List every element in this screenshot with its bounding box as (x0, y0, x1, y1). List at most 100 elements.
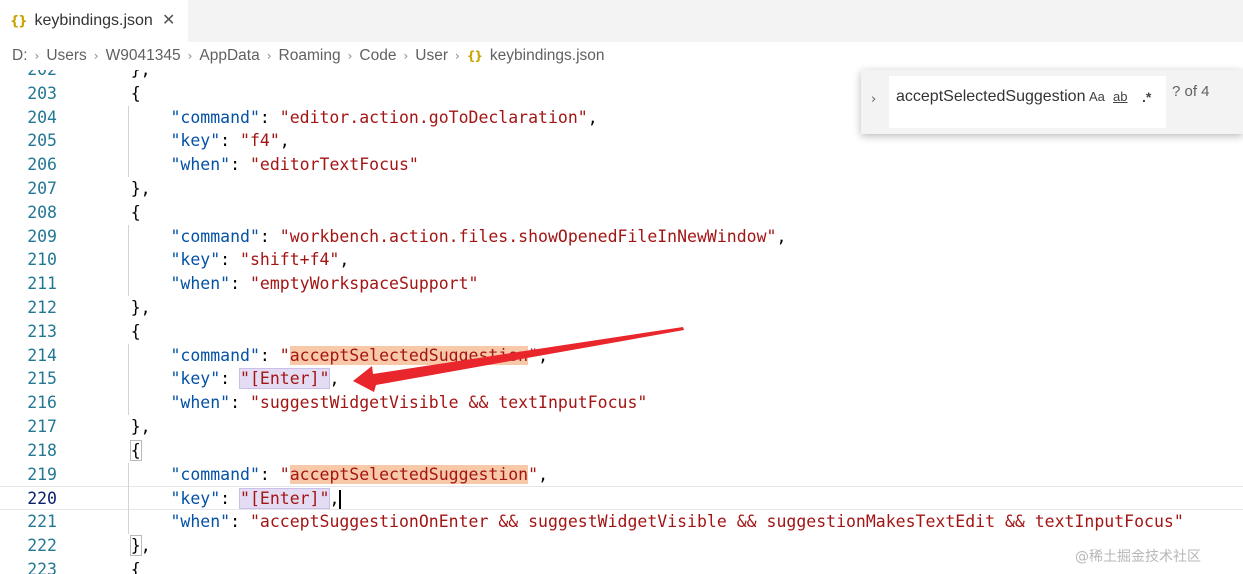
code-line[interactable]: 210 "key": "shift+f4", (0, 248, 1243, 272)
code-line[interactable]: 218 { (0, 439, 1243, 463)
code-punctuation: , (776, 226, 787, 246)
code-punctuation (91, 108, 170, 127)
selection-highlight: "[Enter]" (239, 488, 331, 510)
line-number: 215 (27, 369, 57, 389)
breadcrumb-item[interactable]: AppData (199, 47, 259, 65)
whole-word-toggle[interactable]: ab (1113, 89, 1127, 104)
tab-keybindings-json[interactable]: {} keybindings.json ✕ (0, 0, 188, 42)
code-line[interactable]: 216 "when": "suggestWidgetVisible && tex… (0, 391, 1243, 415)
code-line[interactable]: 221 "when": "acceptSuggestionOnEnter && … (0, 510, 1243, 534)
line-number: 210 (27, 250, 57, 270)
code-punctuation: : (259, 464, 280, 484)
code-punctuation: : (220, 489, 241, 509)
json-key: "command" (170, 226, 260, 246)
match-case-toggle[interactable]: Aa (1089, 89, 1105, 104)
code-punctuation: : (230, 512, 250, 532)
find-widget: › acceptSelectedSuggestion Aa ab .* ? of… (861, 70, 1243, 134)
close-icon[interactable]: ✕ (162, 10, 175, 29)
line-number: 213 (27, 321, 57, 341)
breadcrumb-item[interactable]: D: (12, 47, 28, 65)
code-punctuation (91, 131, 170, 150)
line-code: }, (91, 296, 151, 320)
chevron-right-icon: › (93, 49, 99, 63)
line-code: "command": "workbench.action.files.showO… (91, 225, 786, 249)
breadcrumb: D: › Users › W9041345 › AppData › Roaming › Code › U… (0, 42, 1243, 70)
chevron-right-icon: › (455, 49, 460, 63)
text-cursor (339, 490, 342, 510)
line-code: "when": "acceptSuggestionOnEnter && sugg… (91, 510, 1184, 534)
line-code: { (91, 82, 141, 106)
breadcrumb-item[interactable]: Users (46, 47, 86, 65)
code-punctuation: { (91, 83, 141, 103)
chevron-right-icon: › (266, 49, 272, 63)
breadcrumb-item[interactable]: W9041345 (106, 47, 181, 65)
json-string: "workbench.action.files.showOpenedFileIn… (279, 226, 777, 246)
json-key: "when" (170, 393, 231, 413)
breadcrumb-item[interactable]: Code (359, 47, 396, 65)
line-code: }, (91, 177, 151, 201)
find-match: acceptSelectedSuggestion (289, 345, 529, 365)
line-number: 217 (27, 416, 57, 436)
json-string: "acceptSuggestionOnEnter && suggestWidge… (249, 512, 1184, 532)
code-line[interactable]: 211 "when": "emptyWorkspaceSupport" (0, 272, 1243, 296)
line-code: }, (91, 415, 151, 439)
code-punctuation: }, (91, 178, 151, 198)
breadcrumb-file[interactable]: keybindings.json (490, 47, 605, 65)
code-line[interactable]: 215 "key": "[Enter]", (0, 367, 1243, 391)
code-punctuation: : (230, 274, 250, 294)
line-code: { (91, 201, 141, 225)
json-file-icon: {} (10, 13, 27, 29)
code-line[interactable]: 213 { (0, 320, 1243, 344)
json-string: "suggestWidgetVisible && textInputFocus" (249, 393, 648, 413)
code-punctuation: : (230, 393, 250, 413)
code-line[interactable]: 220 "key": "[Enter]", (0, 486, 1243, 511)
code-line[interactable]: 217 }, (0, 415, 1243, 439)
line-number: 216 (27, 393, 57, 413)
json-key: "command" (170, 107, 260, 127)
code-line[interactable]: 212 }, (0, 296, 1243, 320)
code-punctuation: : (259, 107, 280, 127)
json-string: " (528, 345, 539, 365)
matched-bracket: } (129, 534, 142, 556)
line-code: { (91, 558, 141, 574)
code-punctuation (91, 512, 170, 531)
code-punctuation (91, 536, 131, 555)
code-line[interactable]: 208 { (0, 201, 1243, 225)
line-number: 202 (0, 70, 57, 82)
code-punctuation: , (587, 107, 598, 127)
code-punctuation: : (220, 250, 241, 270)
breadcrumb-item[interactable]: Roaming (279, 47, 341, 65)
chevron-right-icon: › (403, 49, 409, 63)
regex-toggle[interactable]: .* (1142, 89, 1151, 105)
code-punctuation: }, (91, 416, 151, 436)
code-line[interactable]: 209 "command": "workbench.action.files.s… (0, 225, 1243, 249)
tab-label: keybindings.json (34, 12, 153, 29)
line-number: 214 (27, 345, 57, 365)
watermark: @稀土掘金技术社区 (1075, 549, 1201, 565)
line-code: { (91, 439, 142, 463)
line-code: "key": "shift+f4", (91, 248, 349, 272)
code-punctuation (91, 465, 170, 484)
json-key: "when" (170, 155, 231, 175)
json-string: " (528, 464, 539, 484)
code-line[interactable]: 222 }, (0, 534, 1243, 558)
chevron-right-icon[interactable]: › (871, 92, 876, 107)
json-key: "command" (170, 345, 260, 365)
tab-bar: {} keybindings.json ✕ (0, 0, 1243, 42)
code-punctuation: : (220, 131, 241, 151)
breadcrumb-item[interactable]: User (415, 47, 448, 65)
match-count: ? of 4 (1172, 83, 1210, 100)
code-line[interactable]: 219 "command": "acceptSelectedSuggestion… (0, 463, 1243, 487)
json-string: "shift+f4" (240, 250, 340, 270)
code-line[interactable]: 207 }, (0, 177, 1243, 201)
matched-bracket: { (129, 439, 142, 461)
code-line[interactable]: 223 { (0, 558, 1243, 574)
line-number: 203 (27, 83, 57, 103)
code-punctuation: { (91, 321, 141, 341)
find-input[interactable]: acceptSelectedSuggestion Aa ab .* (889, 76, 1166, 128)
code-line[interactable]: 206 "when": "editorTextFocus" (0, 153, 1243, 177)
code-punctuation: , (339, 250, 350, 270)
code-line[interactable]: 214 "command": "acceptSelectedSuggestion… (0, 344, 1243, 368)
code-editor[interactable]: 202 }, 203 {204 "command": "editor.action… (0, 70, 1243, 574)
code-punctuation: , (538, 464, 548, 484)
